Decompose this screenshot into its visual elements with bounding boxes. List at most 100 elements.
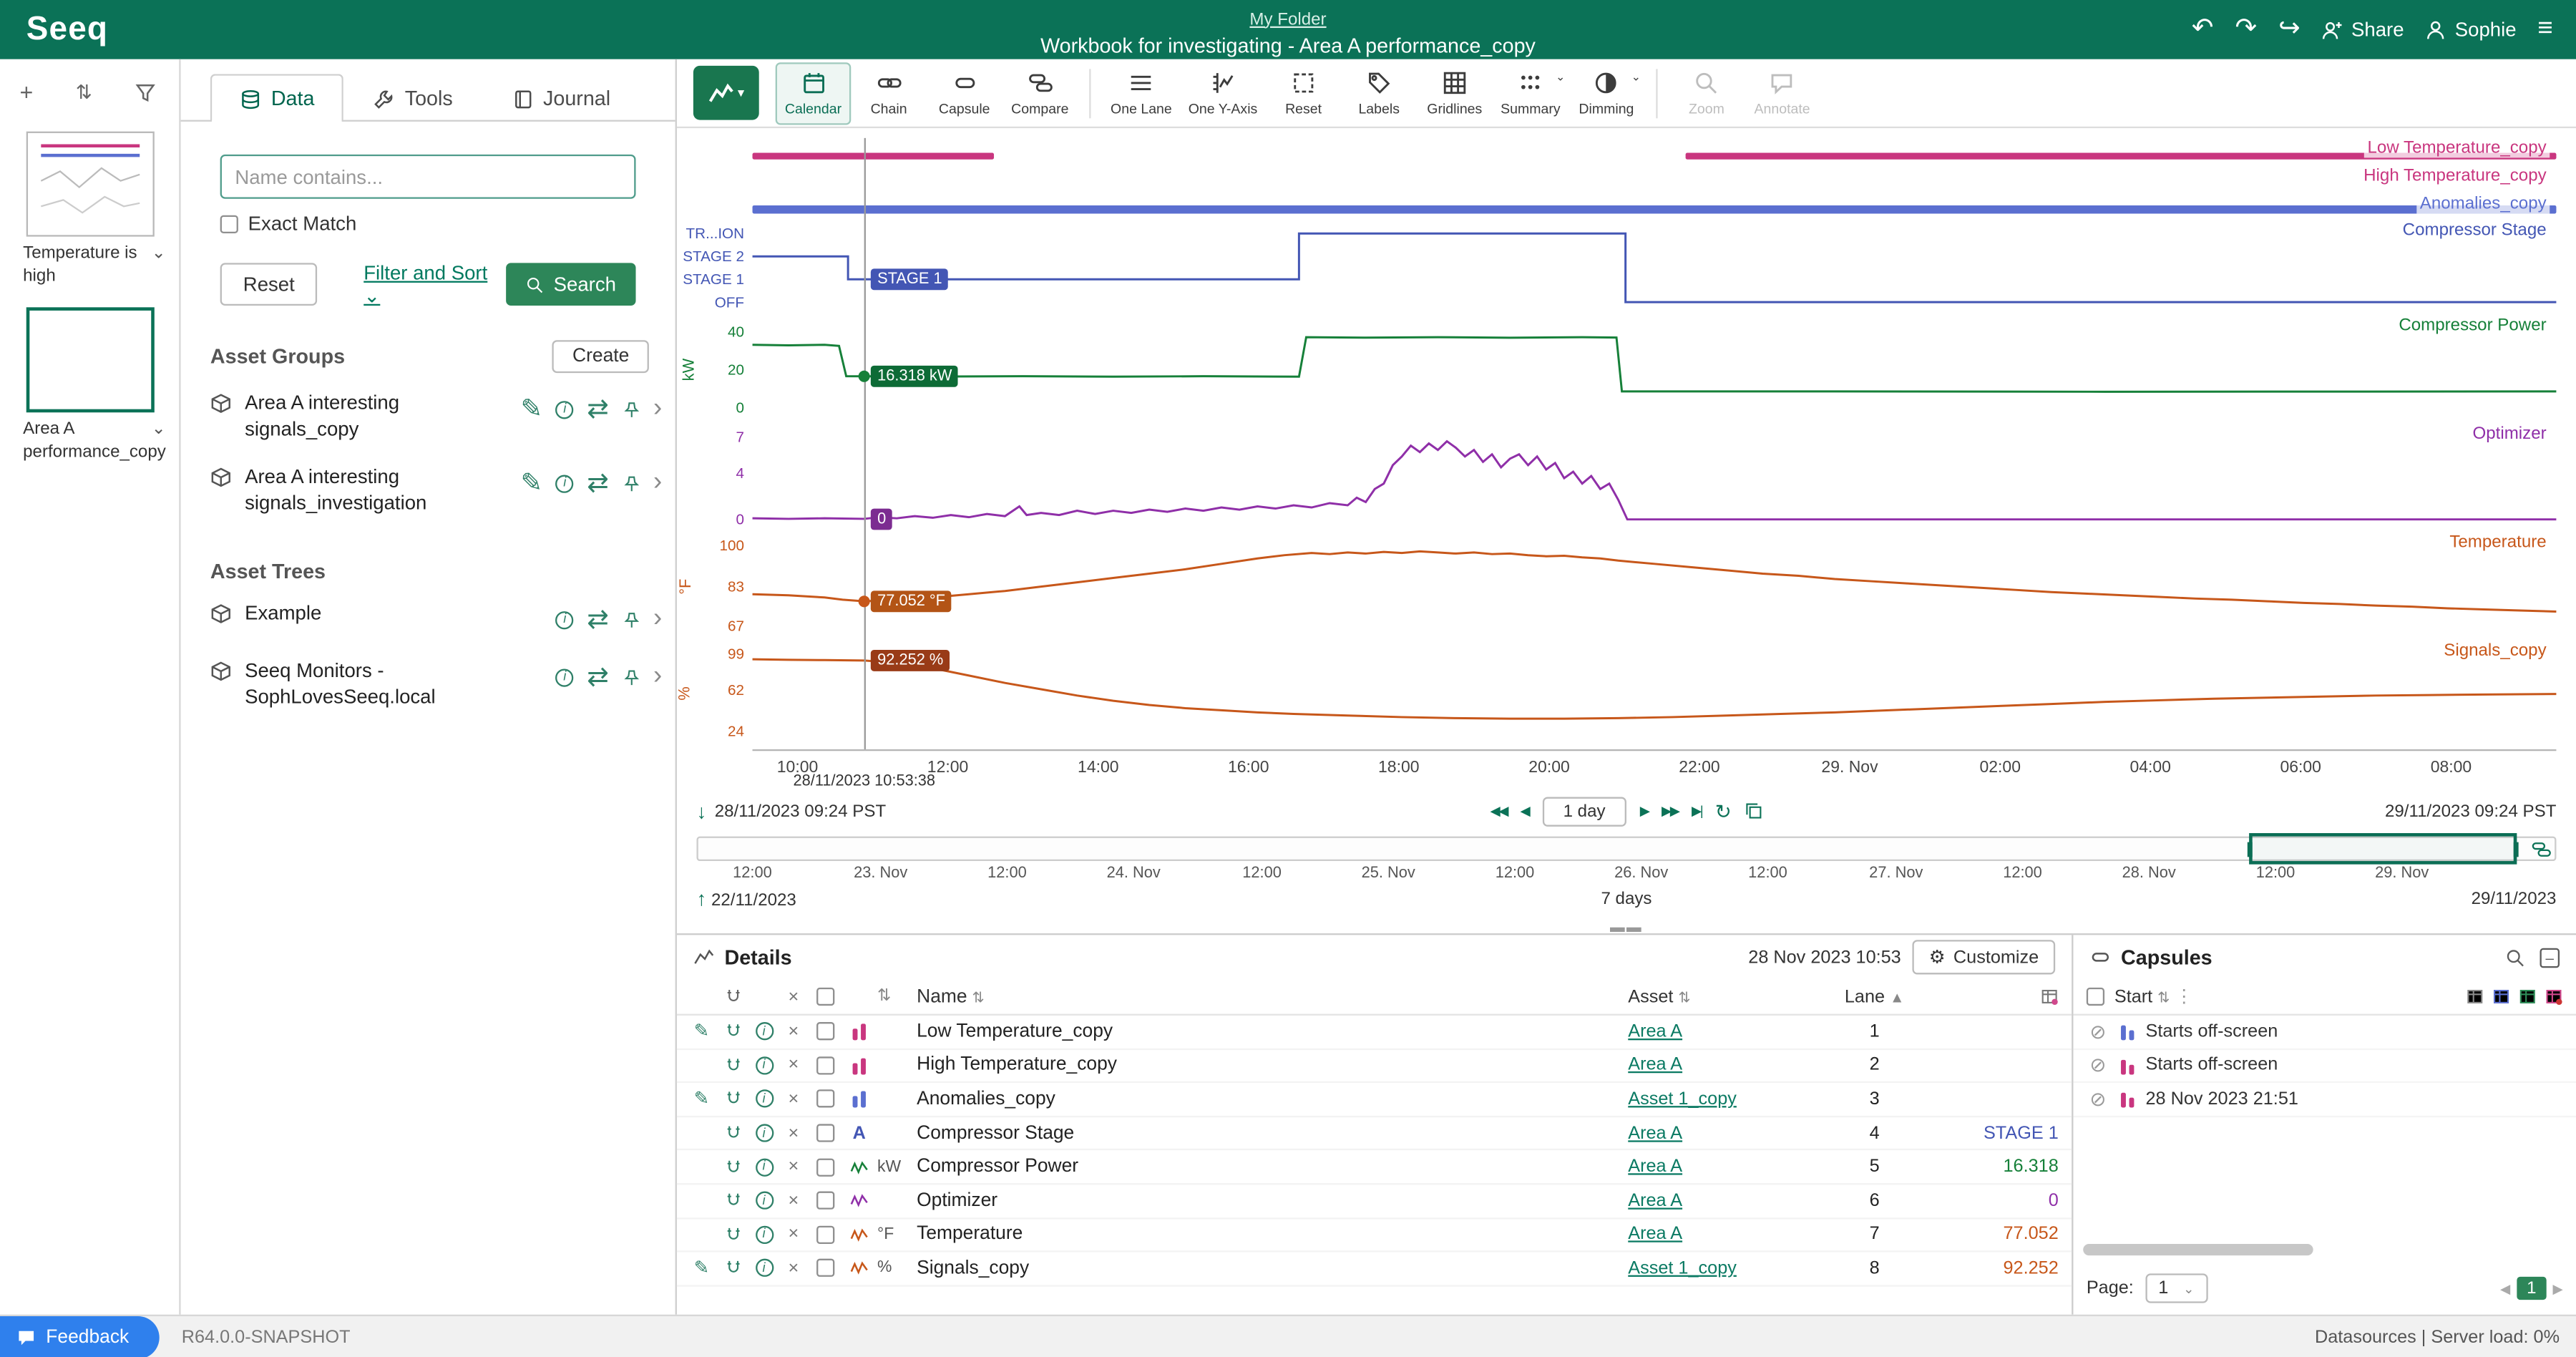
- auto-update-button[interactable]: ↻: [1715, 799, 1732, 822]
- capsule-row-1[interactable]: ⊘Starts off-screen: [2073, 1016, 2576, 1049]
- page-size-select[interactable]: 1⌄: [2145, 1273, 2207, 1303]
- item-name[interactable]: Compressor Power: [917, 1157, 1628, 1177]
- magnet-icon[interactable]: [716, 1225, 749, 1243]
- info-icon[interactable]: i: [749, 1090, 779, 1108]
- breadcrumb[interactable]: My Folder: [1249, 9, 1326, 29]
- info-icon[interactable]: i: [749, 1023, 779, 1041]
- chevron-right-icon[interactable]: ›: [653, 469, 662, 498]
- info-icon[interactable]: i: [749, 1260, 779, 1278]
- exact-match-checkbox[interactable]: [220, 215, 238, 233]
- remove-item-icon[interactable]: ×: [779, 1056, 808, 1076]
- overview-selection[interactable]: [2248, 833, 2517, 865]
- stats-column-icon-gray[interactable]: [2466, 988, 2484, 1006]
- magnet-icon[interactable]: [716, 1023, 749, 1041]
- step-to-end-button[interactable]: ▶|: [1692, 804, 1702, 819]
- remove-item-icon[interactable]: ×: [779, 1123, 808, 1143]
- current-page-badge[interactable]: 1: [2517, 1277, 2546, 1300]
- row-checkbox[interactable]: [809, 1023, 841, 1041]
- item-name[interactable]: Anomalies_copy: [917, 1089, 1628, 1109]
- toolbar-button-gridlines[interactable]: Gridlines: [1417, 62, 1493, 124]
- pin-icon[interactable]: [622, 400, 640, 418]
- toolbar-button-compare[interactable]: Compare: [1002, 62, 1078, 124]
- worksheet-thumbnail-1[interactable]: [26, 132, 154, 237]
- checkbox[interactable]: [816, 1225, 834, 1243]
- signal-line[interactable]: [753, 424, 2557, 532]
- info-icon[interactable]: i: [556, 400, 574, 418]
- row-checkbox[interactable]: [809, 1158, 841, 1176]
- feedback-button[interactable]: Feedback: [0, 1315, 159, 1357]
- asset-link[interactable]: Area A: [1628, 1123, 1682, 1143]
- pin-icon[interactable]: [622, 668, 640, 686]
- select-all-checkbox[interactable]: [816, 988, 834, 1006]
- prev-page-button[interactable]: ◀: [2500, 1281, 2510, 1296]
- asset-link[interactable]: Area A: [1628, 1157, 1682, 1177]
- checkbox[interactable]: [816, 1158, 834, 1176]
- trend-view-button[interactable]: ▾: [693, 66, 759, 120]
- trend-cursor-line[interactable]: [864, 138, 866, 749]
- capsules-select-all-checkbox[interactable]: [2087, 988, 2104, 1006]
- exact-match-option[interactable]: Exact Match: [220, 212, 636, 235]
- magnet-icon[interactable]: [716, 1056, 749, 1074]
- chevron-right-icon[interactable]: ›: [653, 663, 662, 692]
- toolbar-button-chain[interactable]: Chain: [851, 62, 927, 124]
- worksheet-label-1[interactable]: Temperature is high⌄: [0, 243, 179, 288]
- asset-link[interactable]: Asset 1_copy: [1628, 1089, 1737, 1109]
- app-logo[interactable]: Seeq: [0, 11, 135, 49]
- magnet-icon[interactable]: [716, 1158, 749, 1176]
- checkbox[interactable]: [816, 1260, 834, 1278]
- remove-item-icon[interactable]: ×: [779, 1191, 808, 1211]
- toolbar-button-labels[interactable]: Labels: [1341, 62, 1417, 124]
- tab-tools[interactable]: Tools: [344, 74, 482, 122]
- customize-button[interactable]: ⚙ Customize: [1913, 940, 2055, 974]
- info-icon[interactable]: i: [749, 1225, 779, 1243]
- capsule-row-3[interactable]: ⊘28 Nov 2023 21:51: [2073, 1083, 2576, 1117]
- row-checkbox[interactable]: [809, 1192, 841, 1210]
- details-row-temperature[interactable]: i×°FTemperatureArea A777.052: [677, 1219, 2072, 1253]
- collapse-panel-icon[interactable]: –: [2540, 948, 2560, 968]
- magnet-icon[interactable]: [723, 988, 741, 1006]
- info-icon[interactable]: i: [556, 475, 574, 492]
- filter-worksheets-icon[interactable]: [135, 82, 156, 103]
- toolbar-button-calendar[interactable]: Calendar: [776, 62, 852, 124]
- add-worksheet-button[interactable]: +: [20, 79, 34, 105]
- create-asset-group-button[interactable]: Create: [553, 340, 649, 373]
- edit-pencil-icon[interactable]: ✎: [687, 1258, 716, 1279]
- magnet-icon[interactable]: [716, 1090, 749, 1108]
- item-name[interactable]: Signals_copy: [917, 1259, 1628, 1279]
- column-name[interactable]: Name⇅: [917, 987, 1628, 1007]
- edit-pencil-icon[interactable]: ✎: [687, 1021, 716, 1042]
- remove-all-icon[interactable]: ×: [779, 987, 808, 1007]
- condition-bar[interactable]: [753, 153, 995, 160]
- details-row-compressor-power[interactable]: i×kWCompressor PowerArea A516.318: [677, 1151, 2072, 1185]
- row-checkbox[interactable]: [809, 1090, 841, 1108]
- checkbox[interactable]: [816, 1090, 834, 1108]
- toolbar-button-reset[interactable]: Reset: [1266, 62, 1342, 124]
- stats-column-icon-green[interactable]: [2519, 988, 2537, 1006]
- step-forward-half-button[interactable]: ▶▶: [1662, 804, 1679, 819]
- info-icon[interactable]: i: [749, 1124, 779, 1142]
- share-button[interactable]: Share: [2322, 18, 2404, 41]
- sort-icon[interactable]: ⇅: [877, 988, 917, 1006]
- details-row-low-temperature-copy[interactable]: ✎i×Low Temperature_copyArea A1: [677, 1016, 2072, 1049]
- capsules-column-start[interactable]: Start⇅ ⋮: [2114, 986, 2193, 1008]
- duration-selector[interactable]: 1 day: [1542, 796, 1627, 825]
- reorder-worksheets-icon[interactable]: ⇅: [76, 81, 92, 104]
- asset-list-item-seeq-monitors-sophlovesseeq-local[interactable]: Seeq Monitors - SophLovesSeeq.locali⇄›: [181, 648, 675, 722]
- remove-item-icon[interactable]: ×: [779, 1259, 808, 1279]
- item-name[interactable]: Low Temperature_copy: [917, 1022, 1628, 1042]
- asset-list-item-area-a-interesting-signals-investigation[interactable]: Area A interesting signals_investigation…: [181, 454, 675, 528]
- toolbar-button-summary[interactable]: Summary⌄: [1493, 62, 1568, 124]
- lane-series-label[interactable]: Anomalies_copy: [2416, 194, 2550, 214]
- user-menu[interactable]: Sophie: [2425, 18, 2516, 41]
- asset-link[interactable]: Area A: [1628, 1191, 1682, 1211]
- item-name[interactable]: Temperature: [917, 1225, 1628, 1245]
- lane-series-label[interactable]: Optimizer: [2469, 424, 2550, 444]
- lane-series-label[interactable]: Low Temperature_copy: [2364, 138, 2550, 158]
- info-icon[interactable]: i: [749, 1056, 779, 1074]
- asset-link[interactable]: Area A: [1628, 1056, 1682, 1076]
- magnet-icon[interactable]: [716, 1192, 749, 1210]
- worksheet-thumbnail-2[interactable]: [26, 308, 154, 413]
- stats-column-icon-pink[interactable]: [2545, 988, 2562, 1006]
- tab-journal[interactable]: Journal: [482, 74, 640, 122]
- asset-link[interactable]: Asset 1_copy: [1628, 1259, 1737, 1279]
